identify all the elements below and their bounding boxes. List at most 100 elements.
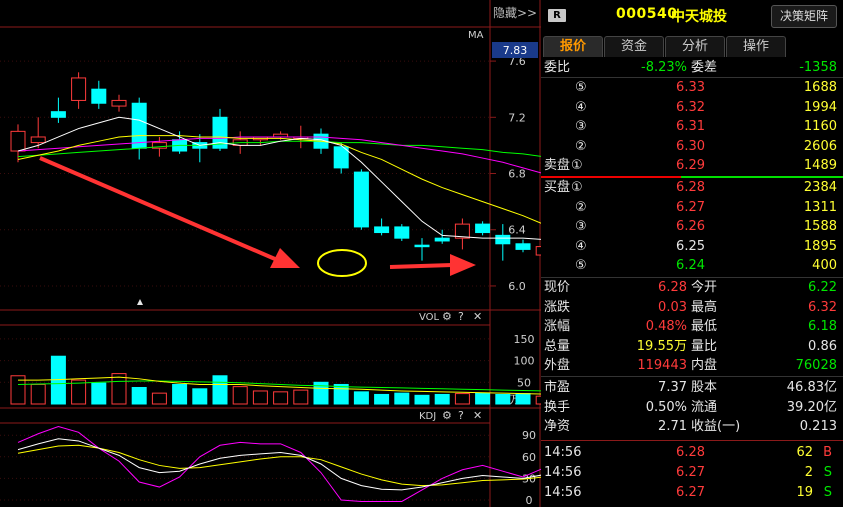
candle-body — [374, 226, 390, 234]
kline-chart[interactable]: 7.67.26.86.46.07.83MAVOL ⚙? ✕15010050X万KDJ… — [0, 0, 541, 507]
candle-body — [91, 88, 107, 104]
kdj-close-icon: ✕ — [473, 409, 482, 422]
quote-label: 现价 — [544, 280, 571, 295]
vol-axis-label: 150 — [514, 333, 535, 346]
separator — [541, 376, 843, 377]
candle-body — [353, 171, 369, 228]
wei-bi-value: -8.23% — [641, 60, 687, 75]
bid-price: 6.25 — [676, 238, 705, 254]
decision-matrix-button[interactable]: 决策矩阵 — [771, 5, 837, 28]
candle-body — [475, 223, 491, 234]
tick-row: 14:56 6.27 19 S — [541, 483, 843, 502]
bid-price: 6.27 — [676, 199, 705, 215]
kdj-axis-label: 0 — [526, 494, 533, 507]
stock-name: 中天城投 — [671, 9, 727, 25]
tab-1[interactable]: 资金 — [604, 36, 664, 57]
bid-level: ⑤ — [575, 258, 587, 274]
fund-value: 0.50% — [645, 399, 687, 415]
quote-value: 0.03 — [658, 299, 687, 315]
tick-time: 14:56 — [544, 445, 582, 460]
ask-price: 6.31 — [676, 119, 705, 135]
quote-row: 现价 6.28 今开 6.22 — [541, 278, 843, 297]
fundamental-row: 市盈 7.37 股本 46.83亿 — [541, 378, 843, 397]
vol-axis-label: 50 — [517, 376, 531, 389]
bid-volume: 1895 — [803, 238, 837, 254]
tick-time: 14:56 — [544, 485, 582, 500]
candle-body — [414, 244, 430, 248]
candle-body — [71, 77, 87, 101]
bid-row: ⑤ 6.24 400 — [541, 256, 843, 275]
vol-bar — [30, 383, 46, 405]
bid-volume: 1311 — [803, 199, 837, 215]
ask-level: ② — [575, 138, 587, 154]
wei-row: 委比 -8.23% 委差 -1358 — [541, 58, 843, 77]
price-axis-label: 6.4 — [508, 224, 526, 237]
vol-close-icon: ✕ — [473, 310, 482, 323]
quote-value: 6.32 — [808, 299, 837, 315]
price-axis-label: 7.2 — [508, 111, 526, 124]
fund-label: 流通 — [691, 399, 718, 415]
quote-value: 6.18 — [808, 319, 837, 334]
ask-level: ④ — [575, 99, 587, 115]
tick-time: 14:56 — [544, 465, 582, 480]
fund-value: 7.37 — [658, 380, 687, 395]
bid-price: 6.24 — [676, 258, 705, 274]
tick-row: 14:56 6.28 62 B — [541, 443, 843, 462]
ask-prefix: 卖盘 — [544, 158, 571, 174]
vol-bar — [172, 383, 188, 405]
kdj-gear-icon: ⚙ — [442, 409, 452, 422]
vol-bar — [414, 394, 430, 405]
bid-row: ③ 6.26 1588 — [541, 217, 843, 236]
quote-label: 量比 — [691, 338, 718, 354]
flat-arrow-shaft — [389, 263, 453, 269]
bid-level: ③ — [575, 219, 587, 235]
quote-label: 最低 — [691, 319, 718, 334]
vol-bar — [212, 375, 228, 405]
vol-bar — [353, 391, 369, 405]
wei-cha-label: 委差 — [691, 60, 718, 75]
tick-side: S — [823, 485, 832, 500]
fund-value: 0.213 — [799, 419, 837, 434]
chart-bg — [0, 0, 541, 507]
ask-price: 6.33 — [676, 80, 705, 95]
price-axis-label: 6.8 — [508, 168, 526, 181]
tick-side: S — [823, 465, 832, 480]
vol-bar — [192, 388, 208, 405]
hide-panel-button[interactable]: 隐藏>> — [493, 3, 539, 23]
tick-side: B — [823, 445, 832, 460]
tab-3[interactable]: 操作 — [726, 36, 786, 57]
quote-label: 外盘 — [544, 358, 571, 373]
candle-body — [434, 237, 450, 242]
kdj-label: KDJ — [419, 411, 436, 422]
ask-price: 6.30 — [676, 138, 705, 154]
bid-volume: 1588 — [803, 219, 837, 235]
tab-2[interactable]: 分析 — [665, 36, 725, 57]
fund-label: 换手 — [544, 399, 571, 415]
bid-level: ② — [575, 199, 587, 215]
ask-volume: 1688 — [803, 80, 837, 95]
vol-bar — [293, 389, 309, 405]
vol-bar — [454, 393, 470, 405]
vol-bar — [232, 386, 248, 405]
tick-price: 6.27 — [676, 465, 705, 480]
quote-value: 119443 — [637, 358, 687, 373]
quote-row: 涨幅 0.48% 最低 6.18 — [541, 317, 843, 336]
r-badge: R — [548, 9, 566, 22]
quote-label: 涨跌 — [544, 299, 571, 315]
quote-label: 内盘 — [691, 358, 718, 373]
ask-level: ① — [571, 158, 583, 174]
price-axis-label: 6.0 — [508, 280, 526, 293]
candle-body — [495, 234, 511, 245]
fund-value: 2.71 — [658, 419, 687, 434]
vol-bar — [374, 393, 390, 405]
vol-bar — [131, 386, 147, 405]
ask-row: ② 6.30 2606 — [541, 137, 843, 156]
bid-prefix: 买盘 — [544, 180, 571, 195]
fund-label: 股本 — [691, 380, 718, 395]
ask-row: ⑤ 6.33 1688 — [541, 78, 843, 97]
current-price-tag: 7.83 — [503, 44, 528, 57]
vol-bar — [91, 382, 107, 405]
ask-volume: 2606 — [803, 138, 837, 154]
tab-0[interactable]: 报价 — [543, 36, 603, 57]
fund-label: 收益(一) — [691, 419, 741, 434]
